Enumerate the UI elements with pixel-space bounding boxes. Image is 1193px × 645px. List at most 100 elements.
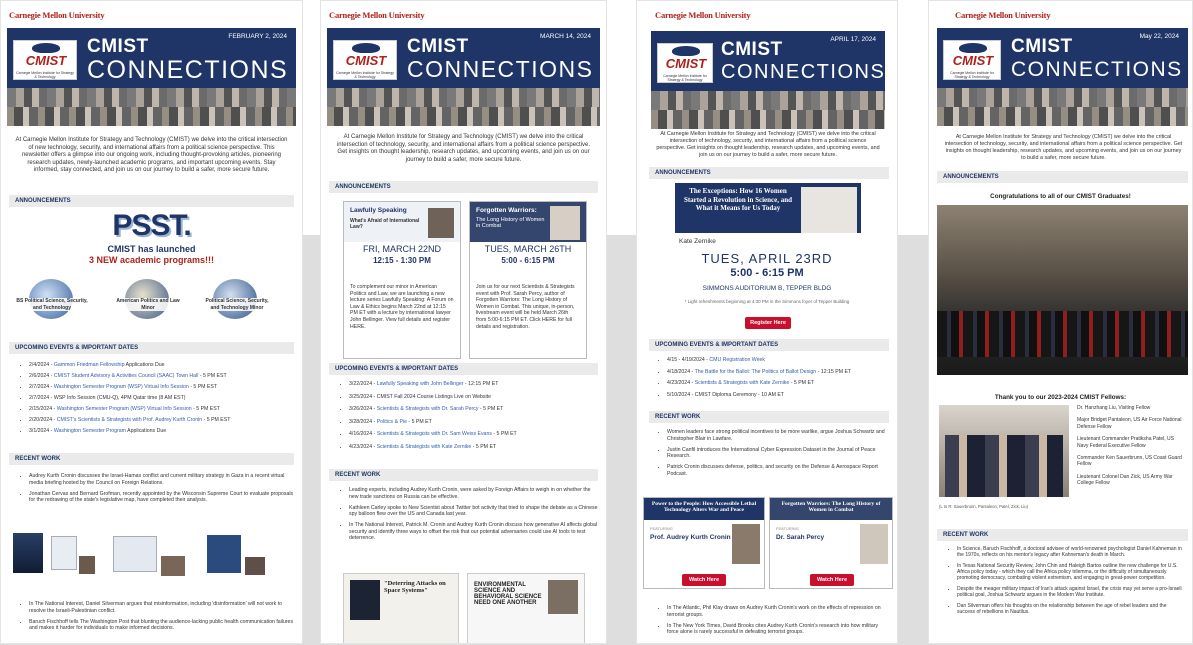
list-item: 3/25/2024 - CMIST Fall 2024 Course Listi… [349, 394, 598, 401]
speaker-photo [860, 524, 888, 564]
cmist-logo: CMIST Carnegie Mellon Institute for Strat… [943, 40, 1001, 80]
event-link[interactable]: Politics & Pie [377, 419, 407, 425]
list-item: 3/26/2024 - Scientists & Strategists wit… [349, 406, 598, 413]
brand-line1: CMIST [87, 36, 149, 57]
header-photo-mosaic [651, 91, 885, 129]
list-item: Audrey Kurth Cronin discusses the Israel… [29, 473, 294, 486]
register-button[interactable]: Register Here [745, 317, 791, 329]
thanks-text: Thank you to our 2023-2024 CMIST Fellows… [994, 394, 1127, 401]
recent-list: Leading experts, including Audrey Kurth … [343, 487, 598, 546]
program-label-3: Political Science, Security, and Technol… [201, 298, 273, 312]
eagle-icon [672, 46, 700, 56]
list-item: 4/23/2024 - Scientists & Strategists wit… [667, 380, 889, 387]
event-card-lawfully: Lawfully Speaking What's Afraid of Inter… [343, 201, 461, 359]
portrait-1 [79, 556, 95, 574]
recent-list: Audrey Kurth Cronin discusses the Israel… [23, 473, 294, 508]
events-list: 2/4/2024 - Gammon Friedman Fellowship Ap… [23, 362, 294, 439]
intro-text: At Carnegie Mellon Institute for Strateg… [336, 134, 591, 163]
event-banner: The Exceptions: How 16 Women Started a R… [675, 183, 861, 233]
intro-text: At Carnegie Mellon Institute for Strateg… [944, 134, 1183, 161]
newsletter-apr: Carnegie Mellon University APRIL 17, 202… [636, 0, 898, 644]
event-card-forgotten: Forgotten Warriors: The Long History of … [469, 201, 587, 359]
card-text: To complement our minor in American Poli… [350, 284, 454, 330]
list-item: 2/7/2024 - WSP Info Session (CMU-Q), 4PM… [29, 395, 294, 402]
newsletter-may: Carnegie Mellon University May 22, 2024 … [928, 0, 1193, 644]
university-name: Carnegie Mellon University [329, 10, 425, 20]
list-item: 2/7/2024 - Washington Semester Program (… [29, 384, 294, 391]
event-link[interactable]: Gammon Friedman Fellowship [54, 362, 125, 368]
list-item: In The National Interest, Daniel Silverm… [29, 601, 294, 614]
recent-heading: RECENT WORK [937, 529, 1188, 541]
event-venue: SIMMONS AUDITORIUM B, TEPPER BLDG [702, 285, 832, 292]
list-item: Major Bridget Pantaleon, US Air Force Na… [1077, 417, 1182, 430]
event-link[interactable]: Washington Semester Program (WSP) Virtua… [57, 406, 192, 412]
list-item: In Science, Baruch Fischhoff, a doctoral… [957, 546, 1184, 558]
list-item: 4/16/2024 - Scientists & Strategists wit… [349, 431, 598, 438]
article-thumb-1 [51, 536, 77, 570]
university-name: Carnegie Mellon University [955, 10, 1051, 20]
list-item: In The Atlantic, Phil Klay draws on Audr… [667, 605, 889, 618]
recent-heading: RECENT WORK [649, 411, 889, 423]
event-link[interactable]: Washington Semester Program [54, 428, 126, 434]
event-link[interactable]: Washington Semester Program (WSP) Virtua… [54, 384, 189, 390]
event-link[interactable]: CMIST Student Advisory & Activities Coun… [54, 373, 199, 379]
newsletter-mar: Carnegie Mellon University MARCH 14, 202… [320, 0, 607, 644]
event-link[interactable]: Lawfully Speaking with John Bellinger [377, 381, 464, 387]
event-link[interactable]: Scientists & Strategists with Kate Zerni… [377, 444, 472, 450]
fellows-list: Dr. Hanzhang Liu, Visiting Fellow Major … [1077, 405, 1184, 493]
newsletter-header: May 22, 2024 CMIST Carnegie Mellon Instit… [937, 28, 1188, 88]
recent-heading: RECENT WORK [9, 453, 294, 465]
cmist-logo: CMIST Carnegie Mellon Institute for Strat… [657, 43, 713, 83]
brand-line1: CMIST [1011, 36, 1073, 57]
portrait-3 [245, 557, 265, 575]
event-date: TUES, APRIL 23RD [701, 251, 833, 266]
list-item: Jonathan Cervas and Bernard Grofman, rec… [29, 491, 294, 504]
brand-line2: CONNECTIONS [721, 61, 886, 83]
article-thumb-3 [207, 535, 241, 573]
speaker-photo [801, 187, 857, 233]
launch-line2: 3 NEW academic programs!!! [88, 255, 215, 265]
event-link[interactable]: CMU Registration Week [709, 357, 765, 363]
card-question: What's Afraid of International Law? [350, 218, 420, 230]
issue-date: May 22, 2024 [1139, 33, 1179, 40]
list-item: Commander Ken Sauerbrunn, US Coast Guard… [1077, 455, 1182, 468]
book-cover [350, 580, 380, 620]
recent-list-2: In The National Interest, Daniel Silverm… [23, 601, 294, 636]
list-item: Justin Canfil introduces the Internation… [667, 447, 889, 460]
events-heading: UPCOMING EVENTS & IMPORTANT DATES [329, 363, 598, 375]
header-photo-mosaic [937, 88, 1188, 126]
book-title: "Deterring Attacks on Space Systems" [384, 580, 446, 594]
program-label-2: American Politics and Law Minor [113, 298, 183, 312]
card-title: Forgotten Warriors: The Long History of … [781, 501, 881, 513]
university-name: Carnegie Mellon University [655, 10, 751, 20]
events-heading: UPCOMING EVENTS & IMPORTANT DATES [9, 342, 294, 354]
newsletter-feb: Carnegie Mellon University FEBRUARY 2, 2… [0, 0, 303, 644]
issue-date: FEBRUARY 2, 2024 [228, 33, 287, 40]
issue-date: MARCH 14, 2024 [540, 33, 591, 40]
events-heading: UPCOMING EVENTS & IMPORTANT DATES [649, 339, 889, 351]
event-link[interactable]: CMIST's Scientists & Strategists with Pr… [57, 417, 202, 423]
watch-button[interactable]: Watch Here [682, 574, 726, 586]
speaker-photo [428, 208, 454, 238]
intro-text: At Carnegie Mellon Institute for Strateg… [15, 137, 288, 174]
graduates-photo [937, 205, 1188, 375]
header-photo-mosaic [327, 88, 600, 126]
announcements-heading: ANNOUNCEMENTS [937, 171, 1188, 183]
list-item: Dr. Hanzhang Liu, Visiting Fellow [1077, 405, 1151, 411]
event-link[interactable]: Scientists & Strategists with Dr. Sam We… [377, 431, 492, 437]
list-item: Kathleen Carley spoke to New Scientist a… [349, 505, 598, 518]
announcements-heading: ANNOUNCEMENTS [9, 195, 294, 207]
fellows-photo [939, 405, 1069, 497]
watch-button[interactable]: Watch Here [810, 574, 854, 586]
event-link[interactable]: The Battle for the Ballot: The Politics … [695, 369, 817, 375]
list-item: Lieutenant Colonel Dan Zick, US Army War… [1077, 473, 1173, 487]
list-item: Baruch Fischhoff tells The Washington Po… [29, 619, 294, 632]
event-link[interactable]: Scientists & Strategists with Dr. Sarah … [377, 406, 479, 412]
list-item: In The New York Times, David Brooks cite… [667, 623, 889, 636]
card-text: Join us for our next Scientists & Strate… [476, 284, 575, 330]
event-link[interactable]: Scientists & Strategists with Kate Zerni… [695, 380, 790, 386]
recent-list-2: In The Atlantic, Phil Klay draws on Audr… [661, 605, 889, 640]
card-title: Lawfully Speaking [350, 207, 407, 214]
eagle-icon [352, 43, 380, 53]
author-photo [548, 580, 578, 614]
